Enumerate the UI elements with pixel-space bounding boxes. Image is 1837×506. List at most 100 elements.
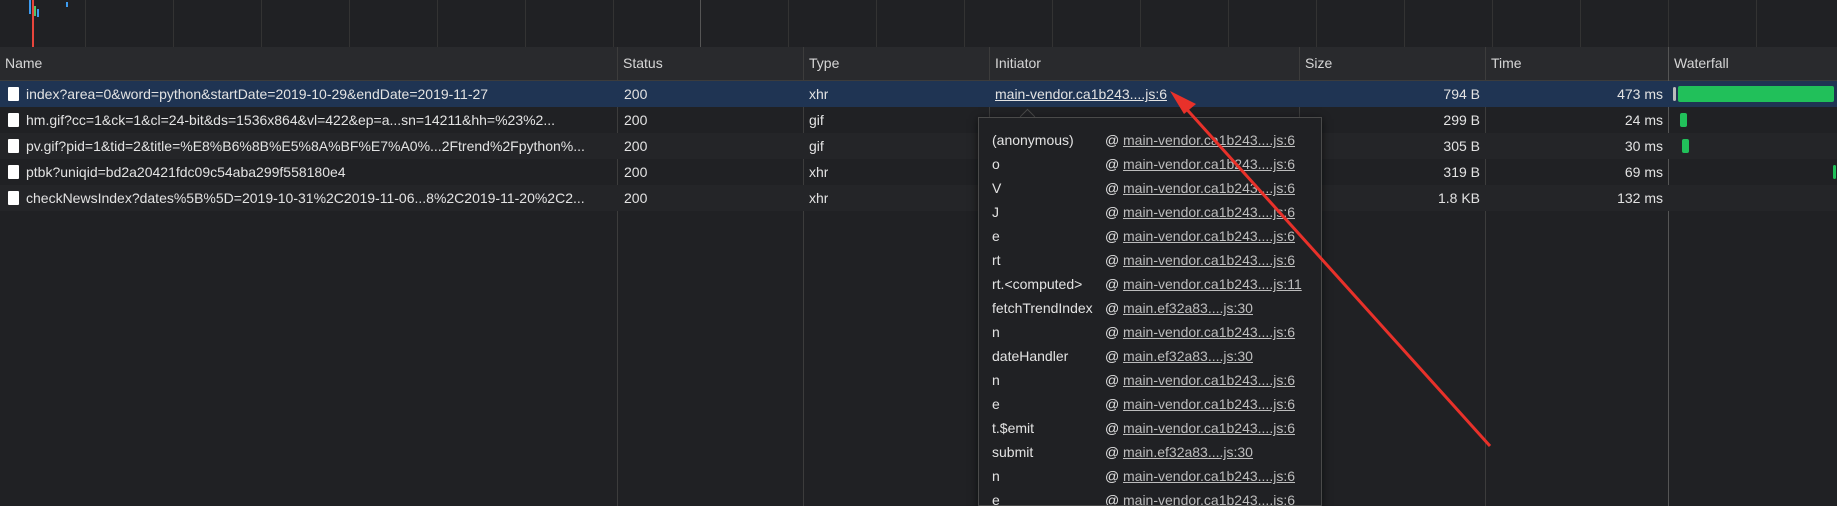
waterfall-bar[interactable]	[1680, 113, 1687, 127]
at-symbol: @	[1105, 396, 1120, 412]
request-name[interactable]: hm.gif?cc=1&ck=1&cl=24-bit&ds=1536x864&v…	[26, 107, 614, 133]
frame-source-link[interactable]: main-vendor.ca1b243....js:6	[1123, 248, 1295, 272]
waterfall-bar[interactable]	[1678, 86, 1834, 102]
request-time: 132 ms	[1617, 190, 1663, 206]
at-symbol: @	[1105, 228, 1120, 244]
request-status: 200	[624, 86, 648, 102]
overview-grid-line	[1316, 0, 1317, 47]
frame-function-name: t.$emit	[992, 420, 1035, 436]
table-header: Name Status Type Initiator Size Time Wat…	[0, 47, 1837, 81]
request-name[interactable]: index?area=0&word=python&startDate=2019-…	[26, 81, 614, 107]
request-size: 1.8 KB	[1437, 190, 1480, 206]
column-header-status[interactable]: Status	[618, 47, 804, 80]
file-icon	[8, 113, 19, 127]
at-symbol: @	[1105, 348, 1120, 364]
frame-source-link[interactable]: main-vendor.ca1b243....js:6	[1123, 128, 1295, 152]
column-header-time[interactable]: Time	[1486, 47, 1669, 80]
request-size: 794 B	[1443, 86, 1480, 102]
frame-function-name: dateHandler	[992, 348, 1069, 364]
call-stack-frame: V @ main-vendor.ca1b243....js:6	[979, 176, 1321, 200]
call-stack-frame: n @ main-vendor.ca1b243....js:6	[979, 368, 1321, 392]
column-header-initiator[interactable]: Initiator	[990, 47, 1300, 80]
request-size: 305 B	[1443, 138, 1480, 154]
initiator-link[interactable]: main-vendor.ca1b243....js:6	[995, 81, 1167, 107]
request-type: gif	[809, 112, 824, 128]
call-stack-frame: e @ main-vendor.ca1b243....js:6	[979, 488, 1321, 505]
request-time: 30 ms	[1624, 138, 1663, 154]
network-requests-table: Name Status Type Initiator Size Time Wat…	[0, 47, 1837, 506]
call-stack-frame: o @ main-vendor.ca1b243....js:6	[979, 152, 1321, 176]
call-stack-frame: submit @ main.ef32a83....js:30	[979, 440, 1321, 464]
column-header-size[interactable]: Size	[1300, 47, 1486, 80]
overview-request-tick	[34, 6, 36, 16]
waterfall-bar[interactable]	[1833, 165, 1836, 179]
overview-grid-line	[173, 0, 174, 47]
at-symbol: @	[1105, 444, 1120, 460]
call-stack-frame: rt @ main-vendor.ca1b243....js:6	[979, 248, 1321, 272]
overview-request-tick	[66, 2, 68, 7]
table-row[interactable]: hm.gif?cc=1&ck=1&cl=24-bit&ds=1536x864&v…	[0, 107, 1837, 133]
overview-grid-line	[1492, 0, 1493, 47]
call-stack-frame: (anonymous) @ main-vendor.ca1b243....js:…	[979, 128, 1321, 152]
frame-source-link[interactable]: main-vendor.ca1b243....js:6	[1123, 200, 1295, 224]
frame-source-link[interactable]: main-vendor.ca1b243....js:11	[1123, 272, 1302, 296]
at-symbol: @	[1105, 372, 1120, 388]
waterfall-bar[interactable]	[1682, 139, 1689, 153]
table-row[interactable]: ptbk?uniqid=bd2a20421fdc09c54aba299f5581…	[0, 159, 1837, 185]
network-overview-timeline[interactable]	[0, 0, 1837, 48]
table-row[interactable]: checkNewsIndex?dates%5B%5D=2019-10-31%2C…	[0, 185, 1837, 211]
request-status: 200	[624, 112, 648, 128]
column-header-name[interactable]: Name	[0, 47, 618, 80]
request-type: xhr	[809, 86, 829, 102]
table-row[interactable]: pv.gif?pid=1&tid=2&title=%E8%B6%8B%E5%8A…	[0, 133, 1837, 159]
overview-grid-line	[437, 0, 438, 47]
call-stack-frame: J @ main-vendor.ca1b243....js:6	[979, 200, 1321, 224]
frame-function-name: J	[992, 204, 999, 220]
frame-source-link[interactable]: main-vendor.ca1b243....js:6	[1123, 176, 1295, 200]
call-stack-frame: e @ main-vendor.ca1b243....js:6	[979, 224, 1321, 248]
frame-source-link[interactable]: main-vendor.ca1b243....js:6	[1123, 224, 1295, 248]
frame-source-link[interactable]: main.ef32a83....js:30	[1123, 440, 1253, 464]
overview-grid-line	[1756, 0, 1757, 47]
request-time: 24 ms	[1624, 112, 1663, 128]
overview-grid-line	[1668, 0, 1669, 47]
call-stack-frame: t.$emit @ main-vendor.ca1b243....js:6	[979, 416, 1321, 440]
frame-source-link[interactable]: main-vendor.ca1b243....js:6	[1123, 368, 1295, 392]
frame-source-link[interactable]: main-vendor.ca1b243....js:6	[1123, 488, 1295, 505]
call-stack-frame: n @ main-vendor.ca1b243....js:6	[979, 320, 1321, 344]
request-name[interactable]: pv.gif?pid=1&tid=2&title=%E8%B6%8B%E5%8A…	[26, 133, 614, 159]
column-header-waterfall[interactable]: Waterfall	[1669, 47, 1837, 80]
at-symbol: @	[1105, 180, 1120, 196]
overview-grid-line	[613, 0, 614, 47]
overview-grid-line	[1580, 0, 1581, 47]
request-name[interactable]: ptbk?uniqid=bd2a20421fdc09c54aba299f5581…	[26, 159, 614, 185]
request-size: 299 B	[1443, 112, 1480, 128]
frame-source-link[interactable]: main.ef32a83....js:30	[1123, 344, 1253, 368]
overview-grid-line	[964, 0, 965, 47]
request-size: 319 B	[1443, 164, 1480, 180]
frame-function-name: n	[992, 468, 1000, 484]
column-header-type[interactable]: Type	[804, 47, 990, 80]
request-status: 200	[624, 190, 648, 206]
frame-source-link[interactable]: main-vendor.ca1b243....js:6	[1123, 392, 1295, 416]
overview-grid-line	[85, 0, 86, 47]
at-symbol: @	[1105, 132, 1120, 148]
frame-source-link[interactable]: main-vendor.ca1b243....js:6	[1123, 416, 1295, 440]
frame-function-name: n	[992, 372, 1000, 388]
table-row[interactable]: index?area=0&word=python&startDate=2019-…	[0, 81, 1837, 107]
request-status: 200	[624, 138, 648, 154]
overview-grid-line	[1404, 0, 1405, 47]
request-type: xhr	[809, 190, 829, 206]
frame-source-link[interactable]: main-vendor.ca1b243....js:6	[1123, 464, 1295, 488]
request-name[interactable]: checkNewsIndex?dates%5B%5D=2019-10-31%2C…	[26, 185, 614, 211]
frame-source-link[interactable]: main.ef32a83....js:30	[1123, 296, 1253, 320]
file-icon	[8, 165, 19, 179]
frame-function-name: fetchTrendIndex	[992, 300, 1093, 316]
frame-function-name: e	[992, 228, 1000, 244]
call-stack-frame: dateHandler @ main.ef32a83....js:30	[979, 344, 1321, 368]
frame-source-link[interactable]: main-vendor.ca1b243....js:6	[1123, 152, 1295, 176]
at-symbol: @	[1105, 156, 1120, 172]
overview-grid-line	[876, 0, 877, 47]
file-icon	[8, 139, 19, 153]
frame-source-link[interactable]: main-vendor.ca1b243....js:6	[1123, 320, 1295, 344]
